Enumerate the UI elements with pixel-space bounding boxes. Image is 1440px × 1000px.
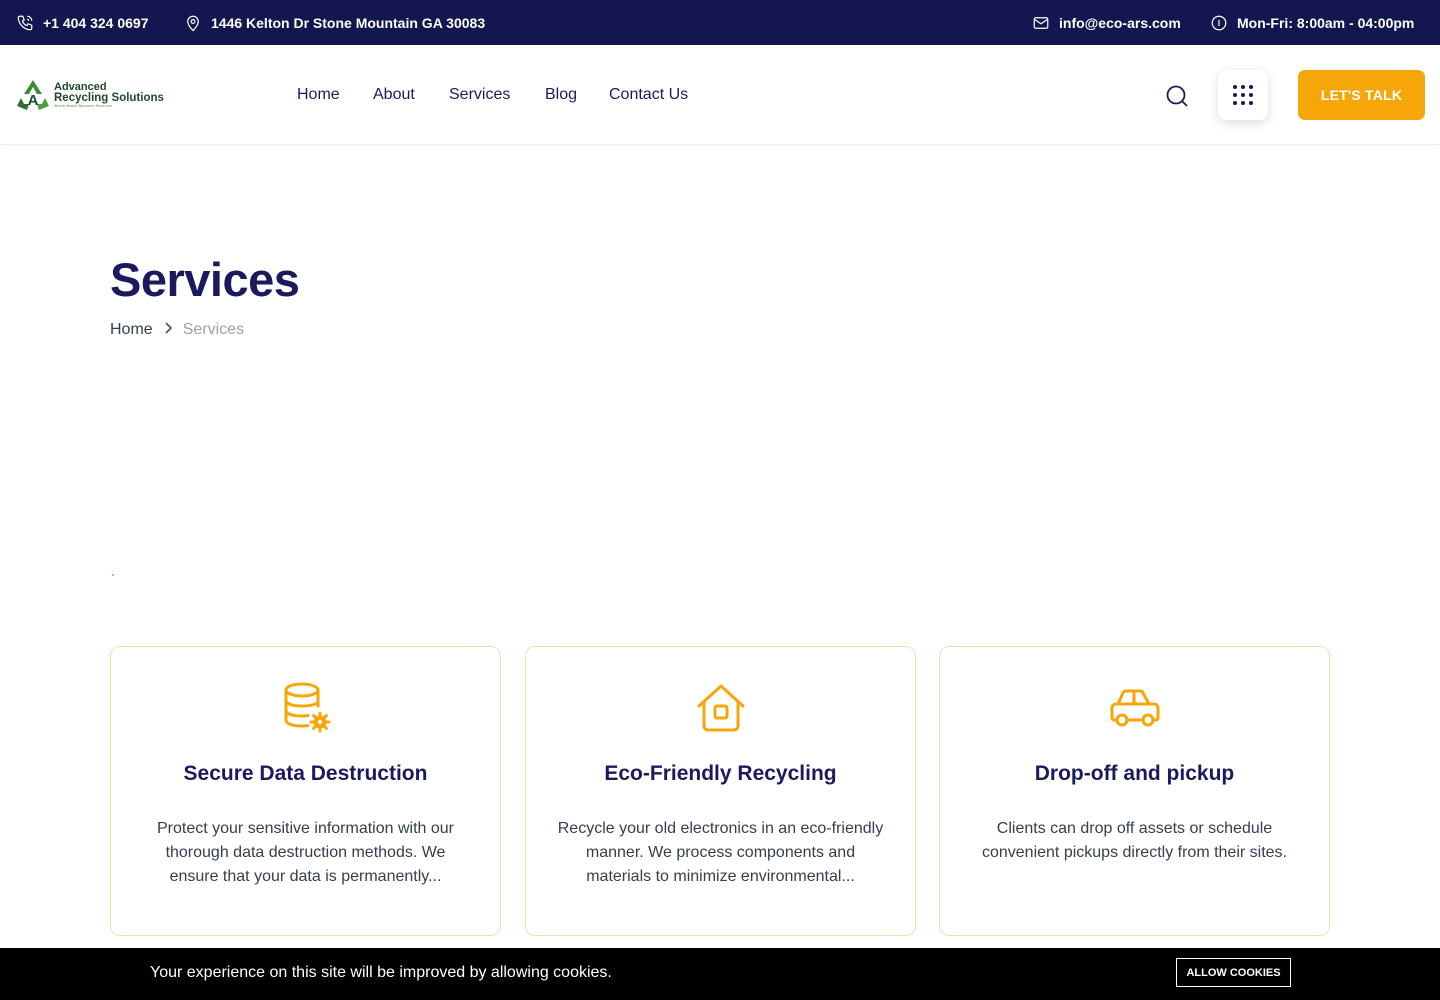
email-link[interactable]: info@eco-ars.com [1032,0,1181,45]
search-icon [1166,85,1188,107]
card-description: Recycle your old electronics in an eco-f… [557,820,884,885]
database-gear-icon [284,682,330,733]
cookie-banner: Your experience on this site will be imp… [0,948,1440,1000]
nav-about[interactable]: About [373,86,415,104]
service-card-dropoff-pickup[interactable]: Drop-off and pickup Clients can drop off… [939,646,1330,936]
service-card-eco-recycling[interactable]: Eco-Friendly Recycling Recycle your old … [525,646,916,936]
grid-dots-icon [1233,85,1237,89]
logo-text-line1: Advanced [54,80,107,93]
main-header: A Advanced Recycling Solutions Where Was… [0,45,1440,145]
search-button[interactable] [1164,83,1190,109]
card-description: Protect your sensitive information with … [156,820,454,885]
allow-cookies-button[interactable]: ALLOW COOKIES [1176,958,1291,987]
mail-icon [1033,16,1049,29]
phone-number: +1 404 324 0697 [43,14,149,31]
hours-info: Mon-Fri: 8:00am - 04:00pm [1210,0,1414,45]
logo-tagline: Where Waste Becomes Resource [54,104,113,108]
breadcrumb: Home Services [110,321,244,339]
nav-home[interactable]: Home [297,86,340,104]
house-icon [697,684,744,732]
recycle-logo-icon: A [17,80,49,110]
location-pin-icon [187,15,199,31]
phone-link[interactable]: +1 404 324 0697 [16,0,149,45]
site-logo[interactable]: A Advanced Recycling Solutions Where Was… [15,78,175,112]
nav-services[interactable]: Services [449,86,510,104]
chevron-right-icon [165,322,172,334]
info-icon [1211,15,1227,30]
top-info-bar: +1 404 324 0697 1446 Kelton Dr Stone Mou… [0,0,1440,45]
cookie-message: Your experience on this site will be imp… [150,964,612,981]
stray-character: ` [111,572,115,586]
car-icon [1110,689,1159,727]
address-link[interactable]: 1446 Kelton Dr Stone Mountain GA 30083 [184,0,485,45]
phone-icon [17,15,33,30]
card-title: Secure Data Destruction [183,762,428,785]
card-title: Drop-off and pickup [1034,762,1235,785]
email-text: info@eco-ars.com [1059,14,1181,31]
card-title: Eco-Friendly Recycling [604,762,837,785]
logo-text-line2: Recycling Solutions [54,91,164,104]
page-title: Services [110,253,300,306]
lets-talk-button[interactable]: LET'S TALK [1298,70,1425,120]
svg-text:A: A [28,92,39,109]
service-card-data-destruction[interactable]: Secure Data Destruction Protect your sen… [110,646,501,936]
apps-menu-button[interactable] [1218,70,1268,120]
nav-blog[interactable]: Blog [545,86,577,104]
breadcrumb-home[interactable]: Home [110,321,153,339]
nav-contact[interactable]: Contact Us [609,86,688,104]
address-text: 1446 Kelton Dr Stone Mountain GA 30083 [211,14,486,31]
breadcrumb-current: Services [182,321,245,338]
card-description: Clients can drop off assets or schedule … [981,820,1287,861]
hours-text: Mon-Fri: 8:00am - 04:00pm [1237,14,1415,31]
